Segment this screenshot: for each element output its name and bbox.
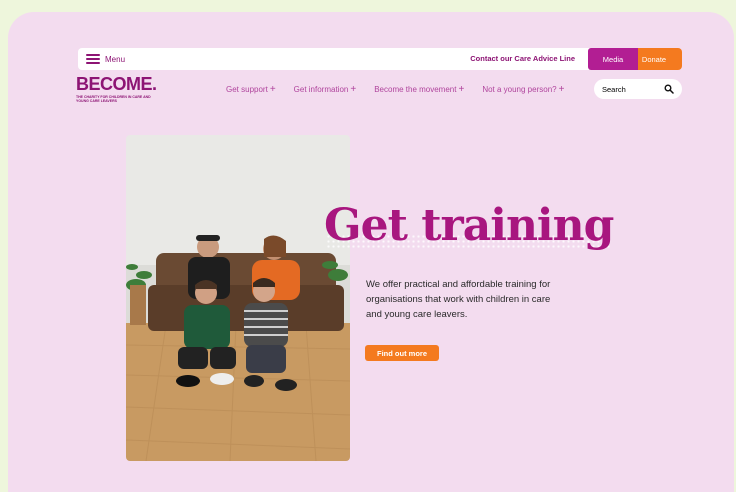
logo-wordmark: BECOME. [76, 74, 157, 94]
group-photo-image [126, 135, 350, 461]
hamburger-icon [86, 54, 100, 64]
logo-tagline: THE CHARITY FOR CHILDREN IN CARE AND YOU… [76, 95, 151, 103]
contact-care-advice-link[interactable]: Contact our Care Advice Line [470, 54, 575, 63]
page-frame: Menu Contact our Care Advice Line Donate… [8, 12, 734, 492]
search-icon[interactable] [664, 84, 674, 94]
media-button[interactable]: Media [588, 48, 638, 70]
hero-photo [126, 135, 350, 461]
nav-label: Become the movement [374, 85, 457, 94]
become-logo[interactable]: BECOME. THE CHARITY FOR CHILDREN IN CARE… [76, 75, 157, 103]
hero-body-text: We offer practical and affordable traini… [366, 279, 551, 320]
top-bar: Menu Contact our Care Advice Line Donate… [78, 48, 682, 70]
main-nav: Get support + Get information + Become the… [226, 84, 582, 95]
nav-label: Get information [293, 85, 349, 94]
nav-get-information[interactable]: Get information + [294, 84, 357, 95]
search-input[interactable]: Search [602, 85, 626, 94]
hero-headline: Get training [324, 200, 614, 251]
nav-get-support[interactable]: Get support + [226, 84, 276, 95]
menu-button[interactable]: Menu [86, 54, 125, 64]
search-field[interactable]: Search [594, 79, 682, 99]
plus-icon: + [558, 84, 565, 95]
plus-icon: + [458, 84, 465, 95]
nav-label: Not a young person? [482, 85, 557, 94]
nav-label: Get support [226, 85, 268, 94]
find-out-more-button[interactable]: Find out more [365, 345, 439, 361]
menu-label: Menu [105, 54, 126, 64]
nav-become-the-movement[interactable]: Become the movement + [374, 84, 464, 95]
nav-not-a-young-person[interactable]: Not a young person? + [482, 84, 564, 95]
plus-icon: + [350, 84, 357, 95]
plus-icon: + [269, 84, 276, 95]
